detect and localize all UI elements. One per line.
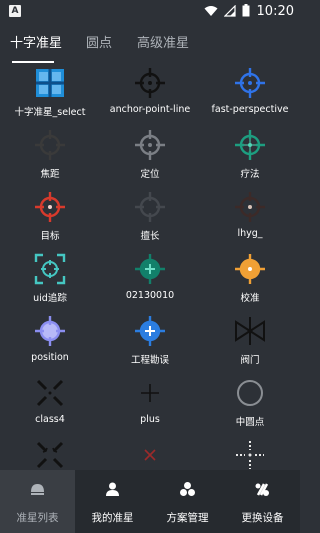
status-bar: A 10:20 [0, 0, 300, 24]
crosshair-label: 擅长 [140, 231, 160, 242]
crosshair-list-icon [31, 484, 44, 495]
nav-switch-device[interactable]: 更换设备 [225, 470, 300, 533]
signal-icon [224, 4, 236, 17]
crosshair-label: 中圆点 [235, 417, 265, 428]
nav-user[interactable]: 我的准星 [75, 470, 150, 533]
red-circle-crosshair-icon [35, 192, 65, 222]
crosshair-item[interactable]: fast-perspective [200, 64, 300, 126]
crosshair-item[interactable]: plus [100, 374, 200, 436]
orange-circle-crosshair-icon [235, 254, 265, 284]
blue-square-cross-icon [36, 69, 64, 97]
crosshair-item[interactable]: 02130010 [100, 250, 200, 312]
crosshair-item[interactable] [200, 436, 300, 470]
crosshair-grid: 十字准星_select anchor-point-line fast-perspec… [0, 64, 300, 470]
nav-scheme[interactable]: 方案管理 [150, 470, 225, 533]
crosshair-item[interactable]: anchor-point-line [100, 64, 200, 126]
blue-filled-plus-crosshair-icon [135, 316, 165, 346]
gray-ring-icon [237, 380, 263, 406]
crosshair-item[interactable]: 阀门 [200, 312, 300, 374]
crosshair-label: lhyg_ [237, 228, 263, 239]
tab-dot[interactable]: 圆点 [86, 32, 112, 51]
crosshair-label: position [31, 352, 69, 363]
crosshair-item[interactable]: 目标 [0, 188, 100, 250]
black-arrow-x-icon [36, 441, 64, 469]
crosshair-label: plus [140, 414, 160, 425]
crosshair-item[interactable]: uid追踪 [0, 250, 100, 312]
tab-advanced-crosshair[interactable]: 高级准星 [137, 32, 189, 51]
battery-icon [242, 4, 250, 17]
gray-circle-crosshair-icon [135, 130, 165, 160]
black-circle-crosshair-icon [135, 68, 165, 98]
crosshair-item[interactable]: position [0, 312, 100, 374]
crosshair-label: class4 [35, 414, 65, 425]
blue-circle-crosshair-icon [235, 68, 265, 98]
crosshair-label: 定位 [140, 169, 160, 180]
crosshair-item[interactable]: 工程勘误 [100, 312, 200, 374]
app-notification-icon: A [9, 5, 21, 17]
white-dotted-cross-icon [236, 441, 264, 469]
crosshair-label: 校准 [240, 293, 260, 304]
crosshair-item[interactable]: 校准 [200, 250, 300, 312]
tab-cross-crosshair[interactable]: 十字准星 [10, 32, 62, 51]
red-small-x-icon [144, 449, 156, 461]
nav-label: 准星列表 [16, 512, 59, 524]
user-icon [106, 482, 119, 496]
crosshair-label: 疗法 [240, 169, 260, 180]
black-x-crosshair-icon [36, 379, 64, 407]
crosshair-label: 阀门 [240, 355, 260, 366]
crosshair-label: 02130010 [125, 290, 175, 301]
nav-label: 更换设备 [241, 512, 284, 524]
green-circle-crosshair-icon [135, 254, 165, 284]
crosshair-label: 目标 [40, 231, 60, 242]
switch-device-icon [255, 483, 269, 496]
crosshair-label: 工程勘误 [130, 355, 169, 366]
crosshair-item[interactable]: lhyg_ [200, 188, 300, 250]
nav-label: 我的准星 [91, 512, 134, 524]
dark-circle-crosshair-icon [35, 130, 65, 160]
crosshair-item[interactable]: 定位 [100, 126, 200, 188]
crosshair-item[interactable]: 焦距 [0, 126, 100, 188]
crosshair-item[interactable]: 疗法 [200, 126, 300, 188]
valve-crosshair-icon [235, 317, 265, 345]
crosshair-item[interactable]: class4 [0, 374, 100, 436]
nav-label: 方案管理 [166, 512, 209, 524]
wifi-icon [204, 5, 218, 16]
black-plus-icon [141, 384, 159, 402]
lavender-circle-crosshair-icon [35, 316, 65, 346]
crosshair-label: fast-perspective [211, 104, 289, 115]
crosshair-label: uid追踪 [33, 293, 67, 304]
active-tab-indicator [12, 61, 54, 63]
brown-circle-crosshair-icon [235, 192, 265, 222]
crosshair-item[interactable] [100, 436, 200, 470]
cyan-bracket-crosshair-icon [34, 253, 66, 285]
crosshair-item[interactable]: 中圆点 [200, 374, 300, 436]
crosshair-item[interactable]: 十字准星_select [0, 64, 100, 126]
crosshair-item[interactable]: 擅长 [100, 188, 200, 250]
darkgray-circle-crosshair-icon [135, 192, 165, 222]
crosshair-label: 十字准星_select [14, 107, 86, 118]
nav-crosshair-list[interactable]: 准星列表 [0, 470, 75, 533]
scheme-icon [180, 482, 195, 496]
teal-circle-crosshair-icon [235, 130, 265, 160]
crosshair-tabs: 十字准星 圆点 高级准星 [0, 24, 300, 64]
crosshair-label: 焦距 [40, 169, 60, 180]
bottom-navigation: 准星列表 我的准星 方案管理 更换设备 [0, 470, 300, 533]
clock: 10:20 [256, 4, 294, 19]
crosshair-label: anchor-point-line [109, 104, 191, 115]
crosshair-item[interactable] [0, 436, 100, 470]
